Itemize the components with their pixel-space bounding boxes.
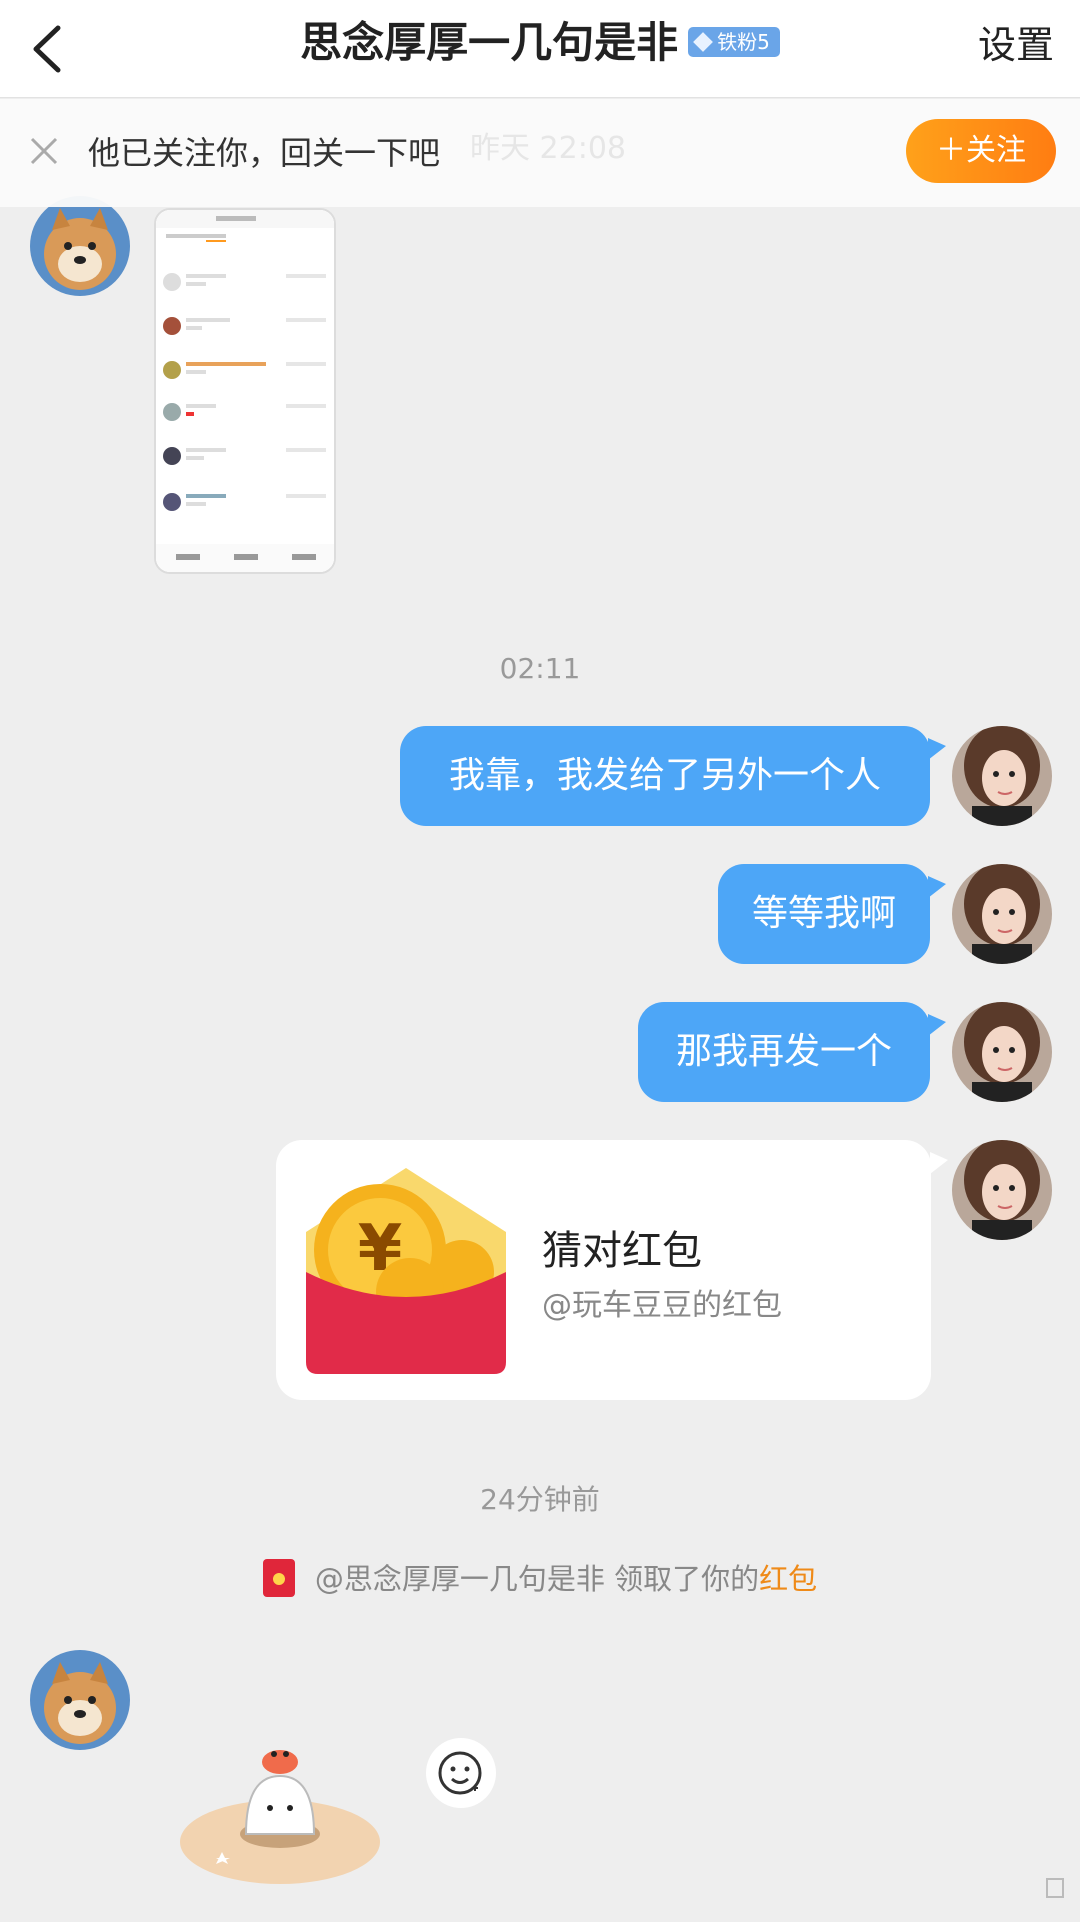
red-packet-message[interactable]: ¥ 猜对红包 @玩车豆豆的红包 xyxy=(276,1140,931,1400)
red-packet-sender: @玩车豆豆的红包 xyxy=(542,1288,782,1323)
emoji-add-icon xyxy=(438,1751,482,1795)
follow-back-banner: 他已关注你，回关一下吧 昨天 22:08 ＋关注 xyxy=(0,99,1080,207)
fan-level-badge: 铁粉5 xyxy=(688,26,780,57)
timestamp: 02:11 xyxy=(499,652,581,685)
partner-avatar[interactable] xyxy=(30,196,130,296)
notice-text: @思念厚厚一几句是非 领取了你的 xyxy=(314,1562,760,1596)
chat-partner-name: 思念厚厚一几句是非 xyxy=(300,18,679,67)
bubble-tail xyxy=(928,1014,946,1036)
my-avatar[interactable] xyxy=(952,726,1052,826)
screenshot-image-message[interactable] xyxy=(154,208,336,574)
top-nav-bar: 思念厚厚一几句是非 铁粉5 设置 xyxy=(0,0,1080,98)
page-title: 思念厚厚一几句是非 铁粉5 xyxy=(0,14,1080,72)
outgoing-message[interactable]: 等等我啊 xyxy=(718,864,930,964)
timestamp: 24分钟前 xyxy=(480,1483,600,1516)
red-packet-claimed-notice: @思念厚厚一几句是非 领取了你的红包 xyxy=(0,1556,1080,1598)
fan-level-label: 铁粉5 xyxy=(717,29,770,54)
watermark-icon xyxy=(1044,1876,1066,1900)
outgoing-message[interactable]: 那我再发一个 xyxy=(638,1002,930,1102)
diamond-icon xyxy=(693,31,714,52)
follow-back-prompt: 他已关注你，回关一下吧 xyxy=(88,134,441,172)
bubble-tail xyxy=(928,876,946,898)
my-avatar[interactable] xyxy=(952,1140,1052,1240)
sticker-message[interactable] xyxy=(170,1722,390,1892)
bubble-tail xyxy=(930,1152,948,1174)
close-banner-button[interactable] xyxy=(26,133,62,169)
my-avatar[interactable] xyxy=(952,864,1052,964)
settings-button[interactable]: 设置 xyxy=(978,20,1054,70)
partner-avatar[interactable] xyxy=(30,1650,130,1750)
red-packet-title: 猜对红包 xyxy=(542,1228,702,1274)
add-reaction-button[interactable] xyxy=(426,1738,496,1808)
red-packet-small-icon xyxy=(262,1559,295,1597)
my-avatar[interactable] xyxy=(952,1002,1052,1102)
outgoing-message[interactable]: 我靠，我发给了另外一个人 xyxy=(400,726,930,826)
faded-timestamp: 昨天 22:08 xyxy=(470,131,626,166)
red-packet-link[interactable]: 红包 xyxy=(759,1562,817,1596)
bubble-tail xyxy=(928,738,946,760)
close-icon xyxy=(30,137,58,165)
follow-button[interactable]: ＋关注 xyxy=(906,119,1056,183)
red-packet-icon: ¥ xyxy=(306,1168,506,1374)
